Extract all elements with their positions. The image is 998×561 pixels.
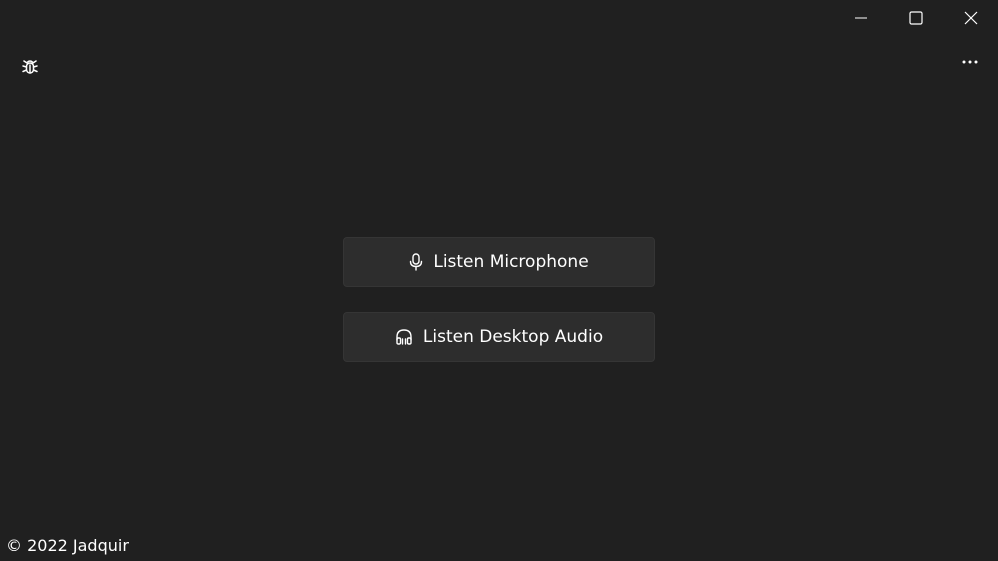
listen-microphone-button[interactable]: Listen Microphone (343, 237, 655, 287)
more-icon (962, 49, 978, 68)
debug-button[interactable] (16, 55, 44, 83)
headphones-icon (395, 328, 413, 346)
maximize-button[interactable] (888, 0, 943, 36)
window-controls (833, 0, 998, 36)
listen-desktop-audio-button[interactable]: Listen Desktop Audio (343, 312, 655, 362)
more-options-button[interactable] (956, 46, 984, 70)
bug-icon (21, 58, 39, 80)
maximize-icon (908, 11, 923, 25)
minimize-icon (854, 12, 867, 24)
microphone-icon (409, 253, 423, 271)
listen-microphone-label: Listen Microphone (433, 252, 589, 272)
app-window: Listen Microphone Listen Desktop Audio ©… (0, 0, 998, 561)
minimize-button[interactable] (833, 0, 888, 36)
copyright-text: © 2022 Jadquir (6, 536, 129, 555)
close-button[interactable] (943, 0, 998, 36)
close-icon (964, 11, 978, 25)
listen-desktop-audio-label: Listen Desktop Audio (422, 327, 604, 347)
